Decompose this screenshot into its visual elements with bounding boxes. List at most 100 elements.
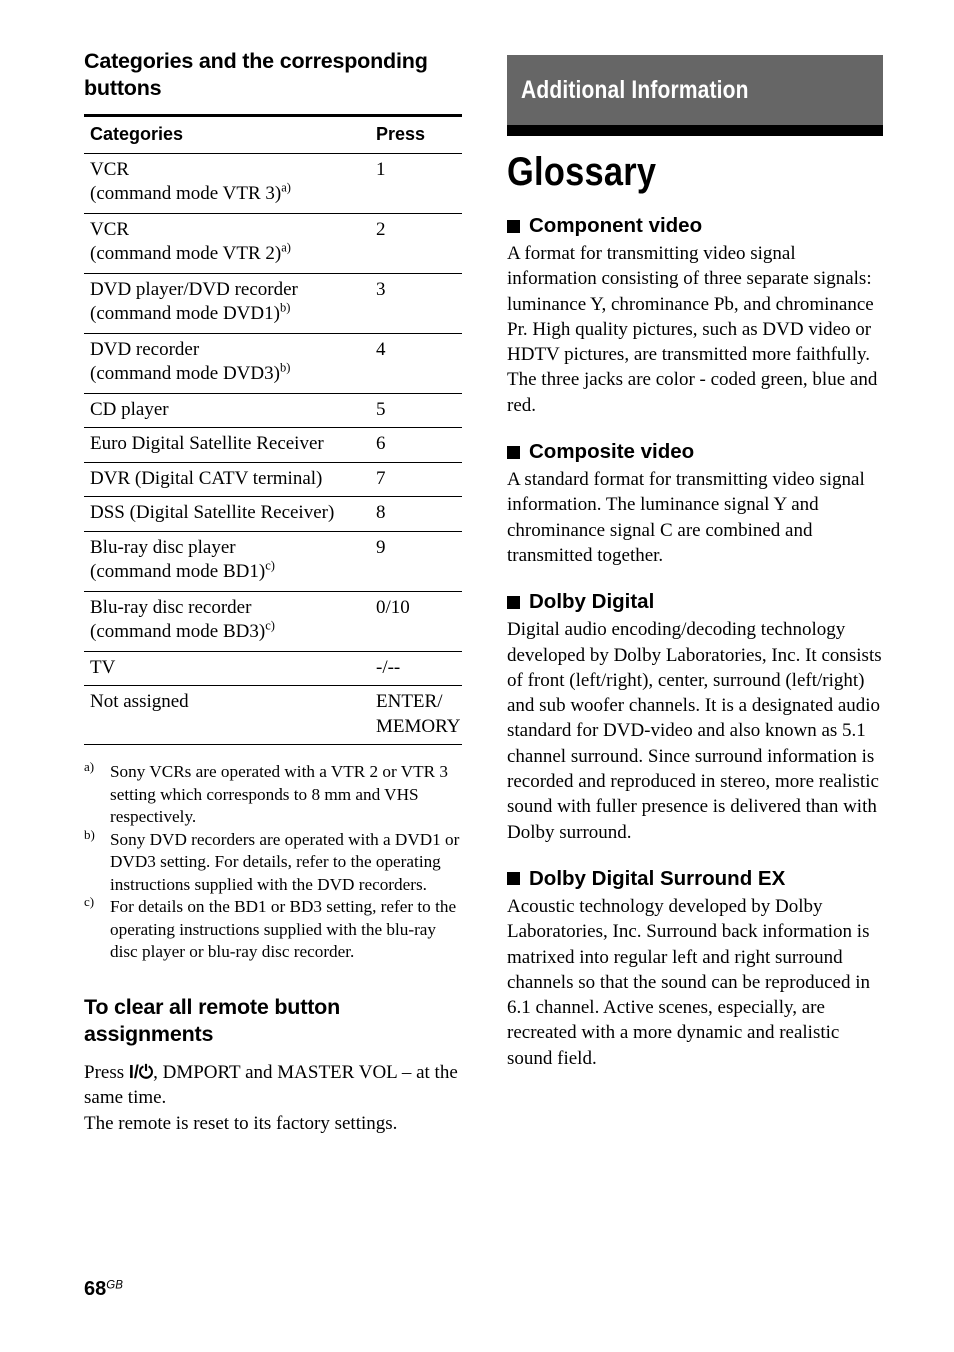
footnote-text: Sony VCRs are operated with a VTR 2 or V… bbox=[110, 762, 448, 826]
category-command-mode: (command mode VTR 2) bbox=[90, 243, 282, 264]
black-square-bullet-icon bbox=[507, 445, 520, 459]
glossary-entries: Component video A format for transmitting… bbox=[507, 214, 883, 1071]
table-row: VCR (command mode VTR 2)a) 2 bbox=[84, 213, 462, 274]
glossary-entry-body: A standard format for transmitting video… bbox=[507, 469, 865, 566]
category-name: CD player bbox=[90, 398, 169, 420]
left-column: Categories and the corresponding buttons… bbox=[84, 48, 462, 1136]
footnote-ref: c) bbox=[265, 558, 275, 573]
category-command-mode: (command mode DVD1) bbox=[90, 303, 280, 324]
footnote-item: a) Sony VCRs are operated with a VTR 2 or… bbox=[84, 759, 462, 829]
footnote-item: c) For details on the BD1 or BD3 setting,… bbox=[84, 894, 462, 964]
footnote-marker: a) bbox=[84, 759, 95, 775]
table-row: DSS (Digital Satellite Receiver) 8 bbox=[84, 496, 462, 532]
table-head: Categories Press bbox=[84, 114, 462, 154]
page-number: 68 bbox=[84, 1278, 107, 1300]
glossary-entry-heading: Composite video bbox=[507, 440, 883, 464]
section-title-clear-assignments: To clear all remote button assignments bbox=[84, 994, 341, 1046]
category-name: Not assigned bbox=[90, 691, 189, 712]
table-row: Blu-ray disc player (command mode BD1)c) 9 bbox=[84, 531, 462, 592]
footnote-ref: c) bbox=[265, 618, 275, 633]
table-header-row: Categories Press bbox=[84, 114, 462, 154]
category-name: DVR (Digital CATV terminal) bbox=[90, 467, 323, 489]
clear-instructions-line-1: Press I/⏻, DMPORT and MASTER VOL – at th… bbox=[84, 1060, 462, 1111]
glossary-entry: Component video A format for transmitting… bbox=[507, 214, 883, 418]
press-value: 6 bbox=[376, 433, 386, 454]
footnote-list: a) Sony VCRs are operated with a VTR 2 or… bbox=[84, 759, 462, 964]
glossary-entry-body: A format for transmitting video signal i… bbox=[507, 243, 878, 416]
categories-table: Categories Press VCR (command mode VTR 3)… bbox=[84, 114, 462, 745]
cell-press: 9 bbox=[366, 531, 462, 592]
black-square-bullet-icon bbox=[507, 872, 520, 886]
glossary-entry-heading: Dolby Digital bbox=[507, 590, 883, 614]
section-banner: Additional Information bbox=[507, 55, 883, 136]
table-body: VCR (command mode VTR 3)a) 1 VCR (command mo… bbox=[84, 153, 462, 745]
banner-bar: Additional Information bbox=[507, 55, 883, 125]
category-command-mode: (command mode BD1) bbox=[90, 561, 266, 582]
table-row: DVR (Digital CATV terminal) 7 bbox=[84, 462, 462, 497]
cell-press: 4 bbox=[366, 333, 462, 394]
cell-category: Euro Digital Satellite Receiver bbox=[84, 427, 366, 463]
press-value: MEMORY bbox=[376, 715, 461, 737]
category-name: VCR bbox=[90, 158, 130, 180]
press-label: Press bbox=[84, 1061, 129, 1083]
glossary-entry-title: Component video bbox=[529, 214, 703, 237]
black-square-bullet-icon bbox=[507, 595, 520, 609]
glossary-entry-body: Digital audio encoding/decoding technolo… bbox=[507, 619, 882, 843]
category-name: DSS (Digital Satellite Receiver) bbox=[90, 502, 335, 523]
glossary-entry: Composite video A standard format for tra… bbox=[507, 440, 883, 568]
cell-category: CD player bbox=[84, 393, 366, 428]
category-command-mode: (command mode VTR 3) bbox=[90, 183, 282, 204]
category-name: DVD player/DVD recorder bbox=[90, 278, 298, 300]
glossary-entry: Dolby Digital Digital audio encoding/deco… bbox=[507, 590, 883, 845]
footnote-text: For details on the BD1 or BD3 setting, r… bbox=[110, 897, 457, 961]
glossary-entry-title: Composite video bbox=[529, 440, 695, 464]
cell-press: -/-- bbox=[366, 651, 462, 686]
column-header-categories: Categories bbox=[84, 114, 366, 154]
table-row: Euro Digital Satellite Receiver 6 bbox=[84, 427, 462, 463]
footnote-ref: b) bbox=[279, 300, 291, 315]
category-name: DVD recorder bbox=[90, 338, 200, 360]
press-value: 9 bbox=[376, 536, 386, 558]
press-value: 8 bbox=[376, 502, 386, 523]
manual-page: Categories and the corresponding buttons… bbox=[0, 0, 954, 1352]
press-value: -/-- bbox=[376, 656, 401, 678]
glossary-entry-heading: Dolby Digital Surround EX bbox=[507, 867, 883, 891]
cell-category: DSS (Digital Satellite Receiver) bbox=[84, 496, 366, 532]
clear-assignments-section: To clear all remote button assignments P… bbox=[84, 994, 462, 1137]
press-value: 1 bbox=[376, 158, 386, 180]
press-value: 0/10 bbox=[376, 596, 410, 618]
table-row: Blu-ray disc recorder (command mode BD3)c… bbox=[84, 591, 462, 652]
press-value: 2 bbox=[376, 218, 386, 240]
footnote-marker: c) bbox=[84, 894, 95, 910]
cell-press: 8 bbox=[366, 496, 462, 532]
table-row: DVD recorder (command mode DVD3)b) 4 bbox=[84, 333, 462, 394]
cell-press: 1 bbox=[366, 153, 462, 214]
cell-press: 3 bbox=[366, 273, 462, 334]
category-name: TV bbox=[90, 656, 116, 678]
footnote-ref: b) bbox=[279, 360, 291, 375]
cell-press: 6 bbox=[366, 427, 462, 463]
page-number-suffix: GB bbox=[106, 1279, 123, 1292]
press-value: 5 bbox=[376, 398, 386, 420]
cell-category: Not assigned bbox=[84, 685, 366, 745]
cell-press: 5 bbox=[366, 393, 462, 428]
banner-black-rule bbox=[507, 125, 883, 136]
right-column: Additional Information Glossary Componen… bbox=[507, 55, 883, 1093]
cell-category: DVR (Digital CATV terminal) bbox=[84, 462, 366, 497]
glossary-entry-title: Dolby Digital Surround EX bbox=[529, 866, 786, 890]
footnote-ref: a) bbox=[281, 180, 291, 195]
category-command-mode: (command mode BD3) bbox=[90, 621, 266, 642]
table-row: CD player 5 bbox=[84, 393, 462, 428]
footnote-ref: a) bbox=[281, 240, 291, 255]
glossary-entry: Dolby Digital Surround EX Acoustic techno… bbox=[507, 867, 883, 1071]
column-header-press: Press bbox=[366, 114, 462, 154]
page-title-categories: Categories and the corresponding buttons bbox=[84, 49, 428, 100]
power-standby-icon: I/⏻ bbox=[128, 1061, 154, 1082]
glossary-title: Glossary bbox=[507, 150, 657, 194]
banner-label: Additional Information bbox=[521, 75, 749, 104]
table-row: Not assigned ENTER/MEMORY bbox=[84, 685, 462, 745]
cell-category: VCR (command mode VTR 2)a) bbox=[84, 213, 366, 274]
clear-instructions-line-2: The remote is reset to its factory setti… bbox=[84, 1112, 398, 1134]
cell-press: 0/10 bbox=[366, 591, 462, 652]
cell-press: 7 bbox=[366, 462, 462, 497]
